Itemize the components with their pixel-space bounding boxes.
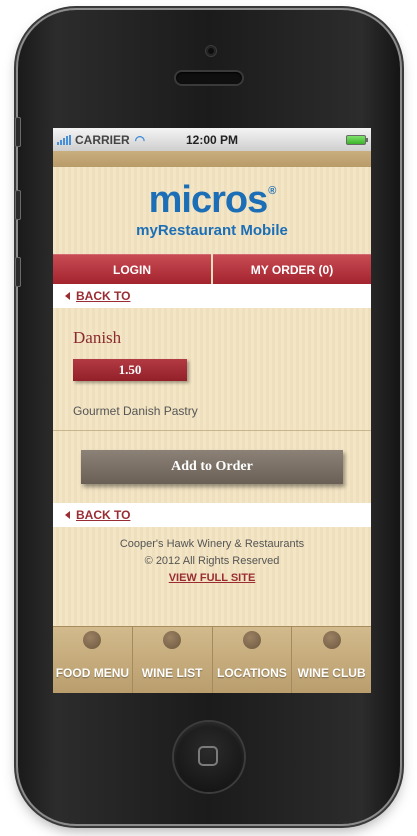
status-time: 12:00 PM [185,132,239,147]
top-nav: LOGIN MY ORDER (0) [53,254,371,284]
tab-label: LOCATIONS [216,666,287,680]
page-footer: Cooper's Hawk Winery & Restaurants © 201… [53,527,371,626]
tab-food-menu[interactable]: FOOD MENU [53,627,133,693]
logo-subtitle: myRestaurant Mobile [136,222,288,239]
item-details: Danish 1.50 Gourmet Danish Pastry [53,308,371,431]
back-arrow-icon [65,292,70,300]
wine-list-icon [163,631,182,649]
back-link-bottom[interactable]: BACK TO [53,503,371,527]
footer-company: Cooper's Hawk Winery & Restaurants [119,538,305,550]
registered-mark: ® [268,185,276,197]
footer-copyright: © 2012 All Rights Reserved [144,555,280,567]
back-link-label: BACK TO [76,289,131,303]
tab-label: FOOD MENU [55,666,130,680]
volume-down-button [15,257,21,287]
item-price: 1.50 [73,359,187,381]
battery-icon [346,135,368,145]
login-button[interactable]: LOGIN [53,254,211,284]
locations-icon [242,631,261,649]
mute-switch [15,117,21,147]
tab-locations[interactable]: LOCATIONS [213,627,293,693]
volume-up-button [15,190,21,220]
tab-label: WINE CLUB [297,666,366,680]
logo-text: micros [148,179,269,221]
tab-wine-list[interactable]: WINE LIST [133,627,213,693]
tab-wine-club[interactable]: WINE CLUB [292,627,371,693]
item-name: Danish [73,328,122,347]
micros-logo: micros® [53,179,371,222]
back-link-label: BACK TO [76,508,131,522]
phone-screen: CARRIER ◠ 12:00 PM micros® myRestaurant … [53,128,371,693]
add-to-order-zone: Add to Order [53,431,371,503]
add-to-order-button[interactable]: Add to Order [81,450,343,484]
view-full-site-link[interactable]: VIEW FULL SITE [53,572,371,584]
wine-club-icon [322,631,341,649]
status-bar: CARRIER ◠ 12:00 PM [53,128,371,151]
item-description: Gourmet Danish Pastry [73,404,198,418]
bottom-tab-bar: FOOD MENU WINE LIST LOCATIONS WINE CLUB [53,626,371,693]
back-arrow-icon [65,511,70,519]
home-button[interactable] [174,722,244,792]
front-camera [206,46,216,56]
earpiece-speaker [176,72,242,84]
top-stripe [53,151,371,167]
food-menu-icon [83,631,102,649]
my-order-button[interactable]: MY ORDER (0) [213,254,371,284]
home-square-icon [198,746,218,766]
app-header: micros® myRestaurant Mobile [53,167,371,254]
back-link-top[interactable]: BACK TO [53,284,371,308]
tab-label: WINE LIST [141,666,203,680]
